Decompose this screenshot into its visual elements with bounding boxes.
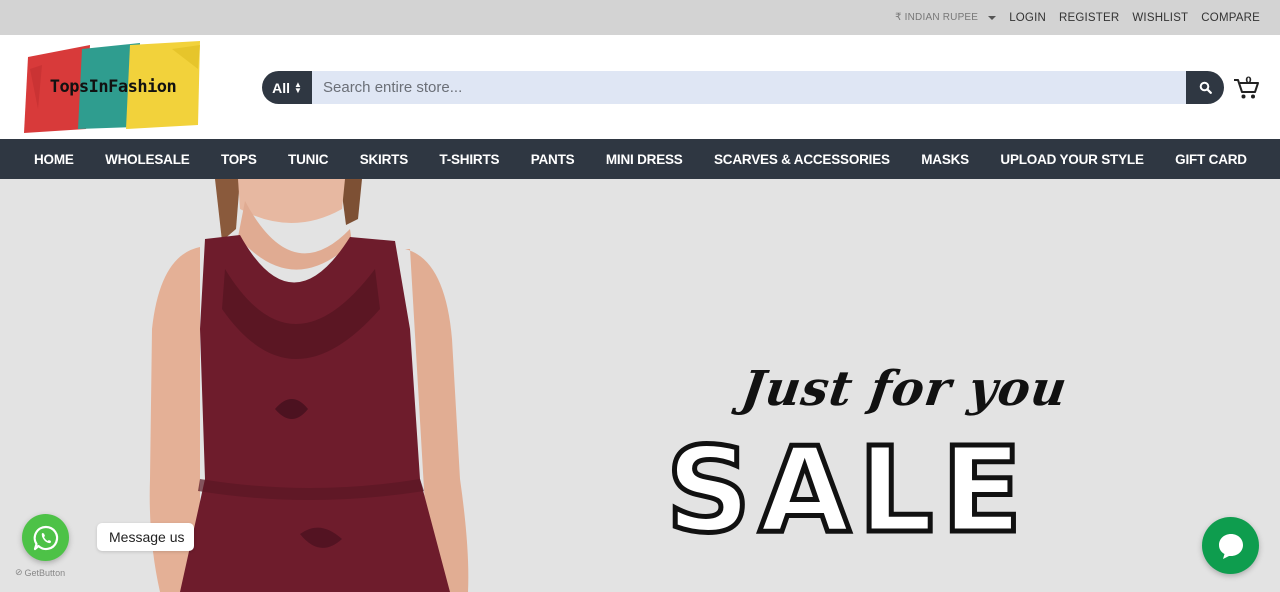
- nav-item-gift-card[interactable]: GIFT CARD: [1175, 152, 1247, 167]
- nav-item-pants[interactable]: PANTS: [531, 152, 575, 167]
- promo-headline: SALE: [663, 421, 1031, 559]
- site-logo[interactable]: TopsInFashion: [22, 39, 204, 135]
- nav-item-t-shirts[interactable]: T-SHIRTS: [439, 152, 499, 167]
- main-navigation: HOME WHOLESALE TOPS TUNIC SKIRTS T-SHIRT…: [0, 139, 1280, 179]
- top-utility-bar: ₹ INDIAN RUPEE LOGIN REGISTER WISHLIST C…: [0, 0, 1280, 35]
- live-chat-button[interactable]: [1202, 517, 1259, 574]
- site-header: TopsInFashion All ▲▼ 0: [0, 35, 1280, 139]
- nav-item-wholesale[interactable]: WHOLESALE: [105, 152, 190, 167]
- search-input[interactable]: [312, 71, 1186, 104]
- getbutton-icon: ⊘: [15, 567, 23, 577]
- top-links: ₹ INDIAN RUPEE LOGIN REGISTER WISHLIST C…: [895, 0, 1260, 35]
- cart-icon: 0: [1234, 76, 1259, 99]
- nav-item-home[interactable]: HOME: [34, 152, 74, 167]
- currency-label: ₹ INDIAN RUPEE: [895, 12, 979, 23]
- nav-item-masks[interactable]: MASKS: [921, 152, 969, 167]
- caret-down-icon: [988, 15, 997, 20]
- search-category-label: All: [272, 79, 290, 96]
- wishlist-link[interactable]: WISHLIST: [1132, 12, 1188, 24]
- nav-item-scarves-accessories[interactable]: SCARVES & ACCESSORIES: [714, 152, 890, 167]
- updown-icon: ▲ ▼: [293, 79, 302, 95]
- search-icon: [1199, 81, 1212, 94]
- register-link[interactable]: REGISTER: [1059, 12, 1119, 24]
- model-photo: [149, 179, 469, 592]
- logo-text: TopsInFashion: [50, 77, 177, 97]
- getbutton-label: GetButton: [24, 567, 66, 578]
- compare-link[interactable]: COMPARE: [1201, 12, 1260, 24]
- nav-item-skirts[interactable]: SKIRTS: [360, 152, 409, 167]
- nav-item-tops[interactable]: TOPS: [221, 152, 257, 167]
- svg-text:0: 0: [1245, 76, 1251, 86]
- currency-selector[interactable]: ₹ INDIAN RUPEE: [895, 12, 997, 23]
- whatsapp-button[interactable]: [22, 514, 69, 561]
- search-button[interactable]: [1186, 71, 1224, 104]
- whatsapp-message-label[interactable]: Message us: [97, 523, 195, 551]
- cart-button[interactable]: 0: [1233, 75, 1261, 101]
- login-link[interactable]: LOGIN: [1009, 12, 1046, 24]
- nav-item-upload-your-style[interactable]: UPLOAD YOUR STYLE: [1000, 152, 1144, 167]
- getbutton-credit[interactable]: ⊘ GetButton: [15, 567, 65, 578]
- nav-item-mini-dress[interactable]: MINI DRESS: [606, 152, 683, 167]
- logo-graphic: TopsInFashion: [24, 41, 200, 133]
- chat-bubble-icon: [1218, 533, 1243, 559]
- promo-script-text: Just for you: [738, 361, 1071, 417]
- search-category-select[interactable]: All ▲ ▼: [262, 71, 312, 104]
- whatsapp-icon: [33, 525, 58, 550]
- nav-item-tunic[interactable]: TUNIC: [288, 152, 328, 167]
- search-bar: All ▲ ▼: [262, 71, 1224, 104]
